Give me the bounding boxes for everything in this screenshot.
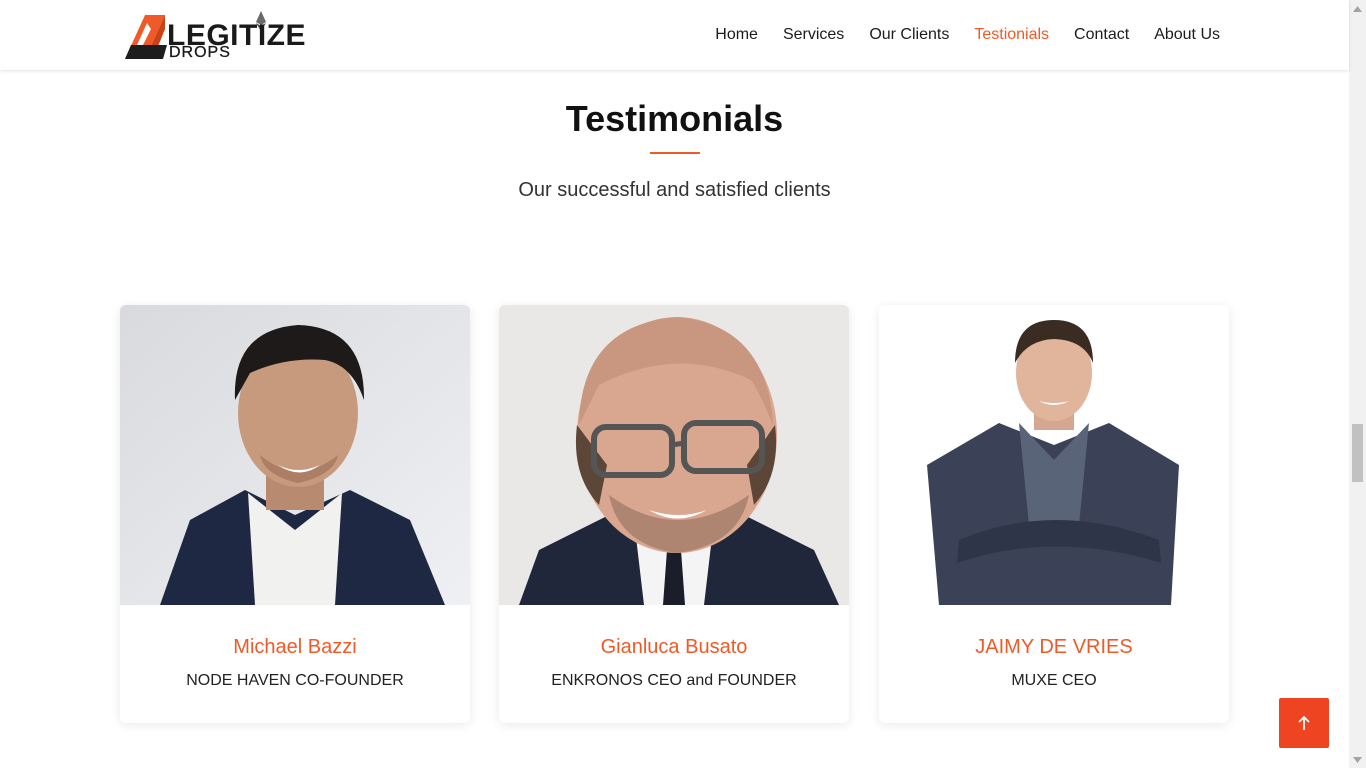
scrollbar-thumb[interactable] [1352, 424, 1363, 482]
nav-item-home[interactable]: Home [715, 26, 758, 44]
client-photo [499, 305, 849, 605]
client-photo [879, 305, 1229, 605]
testimonial-card: JAIMY DE VRIES MUXE CEO [879, 305, 1229, 723]
client-role: MUXE CEO [1011, 672, 1097, 689]
nav-item-contact[interactable]: Contact [1074, 26, 1129, 44]
logo-tagline: DROPS [169, 44, 231, 61]
section-subtitle: Our successful and satisfied clients [518, 179, 831, 201]
client-name: Michael Bazzi [233, 636, 357, 658]
nav-item-our-clients[interactable]: Our Clients [869, 26, 949, 44]
section-title: Testimonials [565, 98, 784, 139]
arrow-up-icon [1298, 715, 1310, 730]
site-header: LEGITIZE DROPS Home Services Our Clients… [0, 0, 1349, 70]
testimonial-card: Gianluca Busato ENKRONOS CEO and FOUNDER [499, 305, 849, 723]
client-role: ENKRONOS CEO and FOUNDER [551, 672, 797, 689]
client-photo [120, 305, 470, 605]
client-role: NODE HAVEN CO-FOUNDER [186, 672, 404, 689]
site-logo[interactable]: LEGITIZE DROPS [123, 9, 308, 65]
client-name: Gianluca Busato [600, 636, 748, 658]
nav-item-about-us[interactable]: About Us [1154, 26, 1220, 44]
client-name: JAIMY DE VRIES [975, 636, 1133, 658]
main-nav: Home Services Our Clients Testionials Co… [690, 0, 1220, 70]
back-to-top-button[interactable] [1279, 698, 1329, 748]
testimonial-card: Michael Bazzi NODE HAVEN CO-FOUNDER [120, 305, 470, 723]
nav-item-testimonials[interactable]: Testionials [974, 26, 1049, 44]
scroll-down-arrow-icon[interactable] [1349, 751, 1366, 768]
nav-item-services[interactable]: Services [783, 26, 844, 44]
page-scrollbar[interactable] [1349, 0, 1366, 768]
scroll-up-arrow-icon[interactable] [1349, 0, 1366, 17]
title-underline [650, 152, 700, 154]
